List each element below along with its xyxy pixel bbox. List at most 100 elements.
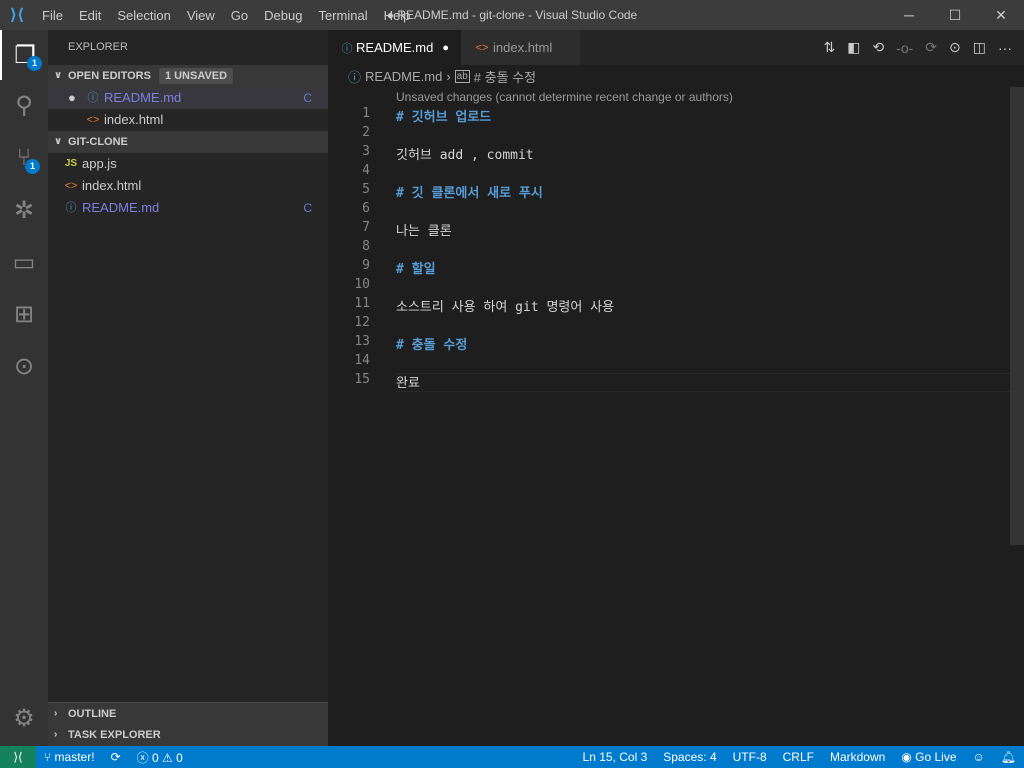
code-line[interactable]: # 깃허브 업로드 <box>396 106 491 125</box>
open-changes-icon[interactable]: ⇅ <box>823 39 835 56</box>
status-bar: ⟩⟨ ⑂ master! ⟳ ⓧ 0 ⚠ 0 Ln 15, Col 3 Spac… <box>0 746 1024 768</box>
line-number: 13 <box>354 334 370 349</box>
menu-debug[interactable]: Debug <box>256 8 310 23</box>
remote-icon[interactable]: ⟩⟨ <box>0 746 36 768</box>
go-live-label: Go Live <box>915 750 957 764</box>
code-line[interactable]: 완료 <box>396 372 420 391</box>
minimize-button[interactable]: ─ <box>886 0 932 30</box>
line-number: 4 <box>362 163 370 178</box>
menu-selection[interactable]: Selection <box>109 8 178 23</box>
html-icon: <> <box>86 114 100 126</box>
tab-readme[interactable]: ⓘ README.md ● <box>328 30 461 65</box>
menu-help[interactable]: Help <box>376 8 419 23</box>
open-preview-icon[interactable]: ◧ <box>847 39 860 56</box>
line-number: 8 <box>362 239 370 254</box>
chevron-down-icon: ∨ <box>54 70 63 81</box>
next-change-icon[interactable]: ⟳ <box>925 39 937 56</box>
sync-icon[interactable]: ⟳ <box>103 750 129 764</box>
menu-terminal[interactable]: Terminal <box>310 8 375 23</box>
branch-item[interactable]: ⑂ master! <box>36 750 103 764</box>
codelens-blame[interactable]: Unsaved changes (cannot determine recent… <box>396 90 733 104</box>
folder-header[interactable]: ∨ GIT-CLONE <box>48 131 328 153</box>
remote-explorer-icon[interactable]: ▭ <box>0 237 48 287</box>
git-graph-icon[interactable]: ⊙ <box>0 341 48 391</box>
line-ending[interactable]: CRLF <box>775 750 822 764</box>
open-editor-readme[interactable]: ● ⓘ README.md C <box>48 87 328 109</box>
explorer-icon[interactable]: ❐ 1 <box>0 30 48 80</box>
file-name: index.html <box>82 178 142 193</box>
dirty-dot-icon: ● <box>68 90 76 105</box>
menu-edit[interactable]: Edit <box>71 8 109 23</box>
more-actions-icon[interactable]: ··· <box>998 40 1012 56</box>
breadcrumb-symbol[interactable]: # 충돌 수정 <box>474 67 536 86</box>
go-live-button[interactable]: ◉ Go Live <box>893 750 964 764</box>
breadcrumb-file[interactable]: README.md <box>365 69 442 84</box>
html-icon: <> <box>475 41 489 54</box>
task-explorer-header[interactable]: › TASK EXPLORER <box>48 724 328 746</box>
line-number: 6 <box>362 201 370 216</box>
git-status: C <box>303 91 312 105</box>
split-editor-icon[interactable]: ◫ <box>973 39 986 56</box>
outline-label: OUTLINE <box>68 707 117 720</box>
code-line[interactable]: # 깃 클론에서 새로 푸시 <box>396 182 543 201</box>
menu-view[interactable]: View <box>179 8 223 23</box>
chevron-right-icon: › <box>54 707 58 719</box>
explorer-badge: 1 <box>27 56 42 71</box>
menu-go[interactable]: Go <box>223 8 256 23</box>
file-name: index.html <box>104 112 164 127</box>
file-readme[interactable]: ⓘ README.md C <box>48 197 328 219</box>
file-app-js[interactable]: JS app.js <box>48 153 328 175</box>
line-number: 10 <box>354 277 370 292</box>
editor-actions: ⇅ ◧ ⟲ -o- ⟳ ⊙ ◫ ··· <box>823 30 1012 65</box>
revision-icon[interactable]: -o- <box>896 40 913 56</box>
code-line[interactable]: # 할일 <box>396 258 436 277</box>
settings-gear-icon[interactable]: ⚙ <box>0 693 48 743</box>
code-line[interactable]: 소스트리 사용 하여 git 명령어 사용 <box>396 296 614 315</box>
close-button[interactable]: ✕ <box>978 0 1024 30</box>
unsaved-dot-icon[interactable]: ● <box>442 42 449 54</box>
vertical-scrollbar[interactable] <box>1010 87 1024 545</box>
info-icon: ⓘ <box>87 92 99 104</box>
tab-label: index.html <box>493 40 553 55</box>
source-control-icon[interactable]: ⑂ 1 <box>0 133 48 183</box>
problems-item[interactable]: ⓧ 0 ⚠ 0 <box>129 749 191 766</box>
encoding[interactable]: UTF-8 <box>725 750 775 764</box>
extensions-icon[interactable]: ⊞ <box>0 289 48 339</box>
menu-bar: File Edit Selection View Go Debug Terminal Help <box>34 8 418 23</box>
line-number: 5 <box>362 182 370 197</box>
file-name: README.md <box>82 200 160 215</box>
breadcrumb: ⓘ README.md › ab # 충돌 수정 <box>328 65 1024 87</box>
explorer-sidebar: EXPLORER ∨ OPEN EDITORS 1 UNSAVED ● ⓘ README… <box>48 30 328 746</box>
search-icon[interactable]: ⚲ <box>0 80 48 130</box>
feedback-smiley-icon[interactable]: ☺ <box>965 750 993 764</box>
line-number: 12 <box>354 315 370 330</box>
tab-index-html[interactable]: <> index.html <box>461 30 580 65</box>
notifications-bell-icon[interactable]: 🔔︎ <box>993 750 1024 764</box>
tab-bar: ⓘ README.md ● <> index.html ⇅ ◧ ⟲ -o- ⟳ ⊙ ◫… <box>328 30 1024 65</box>
debug-icon[interactable]: ✲ <box>0 185 48 235</box>
tab-label: README.md <box>356 40 434 55</box>
language-mode[interactable]: Markdown <box>822 750 893 764</box>
chevron-down-icon: ∨ <box>54 136 63 147</box>
indentation[interactable]: Spaces: 4 <box>655 750 724 764</box>
open-editors-header[interactable]: ∨ OPEN EDITORS 1 UNSAVED <box>48 65 328 87</box>
cursor-position[interactable]: Ln 15, Col 3 <box>575 750 656 764</box>
git-graph-icon[interactable]: ⊙ <box>949 39 961 56</box>
current-line-highlight <box>396 373 1010 392</box>
previous-change-icon[interactable]: ⟲ <box>872 39 884 56</box>
info-icon: ⓘ <box>341 42 353 55</box>
error-count: 0 <box>151 750 159 765</box>
open-editor-index[interactable]: <> index.html <box>48 109 328 131</box>
branch-icon: ⑂ <box>44 750 55 764</box>
code-line[interactable]: # 충돌 수정 <box>396 334 467 353</box>
html-icon: <> <box>64 180 78 192</box>
branch-name: master! <box>54 750 95 764</box>
code-line[interactable]: 나는 클론 <box>396 220 452 239</box>
code-line[interactable]: 깃허브 add , commit <box>396 144 534 163</box>
open-editors-label: OPEN EDITORS <box>68 70 151 82</box>
menu-file[interactable]: File <box>34 8 71 23</box>
maximize-button[interactable]: ☐ <box>932 0 978 30</box>
line-number: 9 <box>362 258 370 273</box>
outline-header[interactable]: › OUTLINE <box>48 702 328 724</box>
file-index-html[interactable]: <> index.html <box>48 175 328 197</box>
